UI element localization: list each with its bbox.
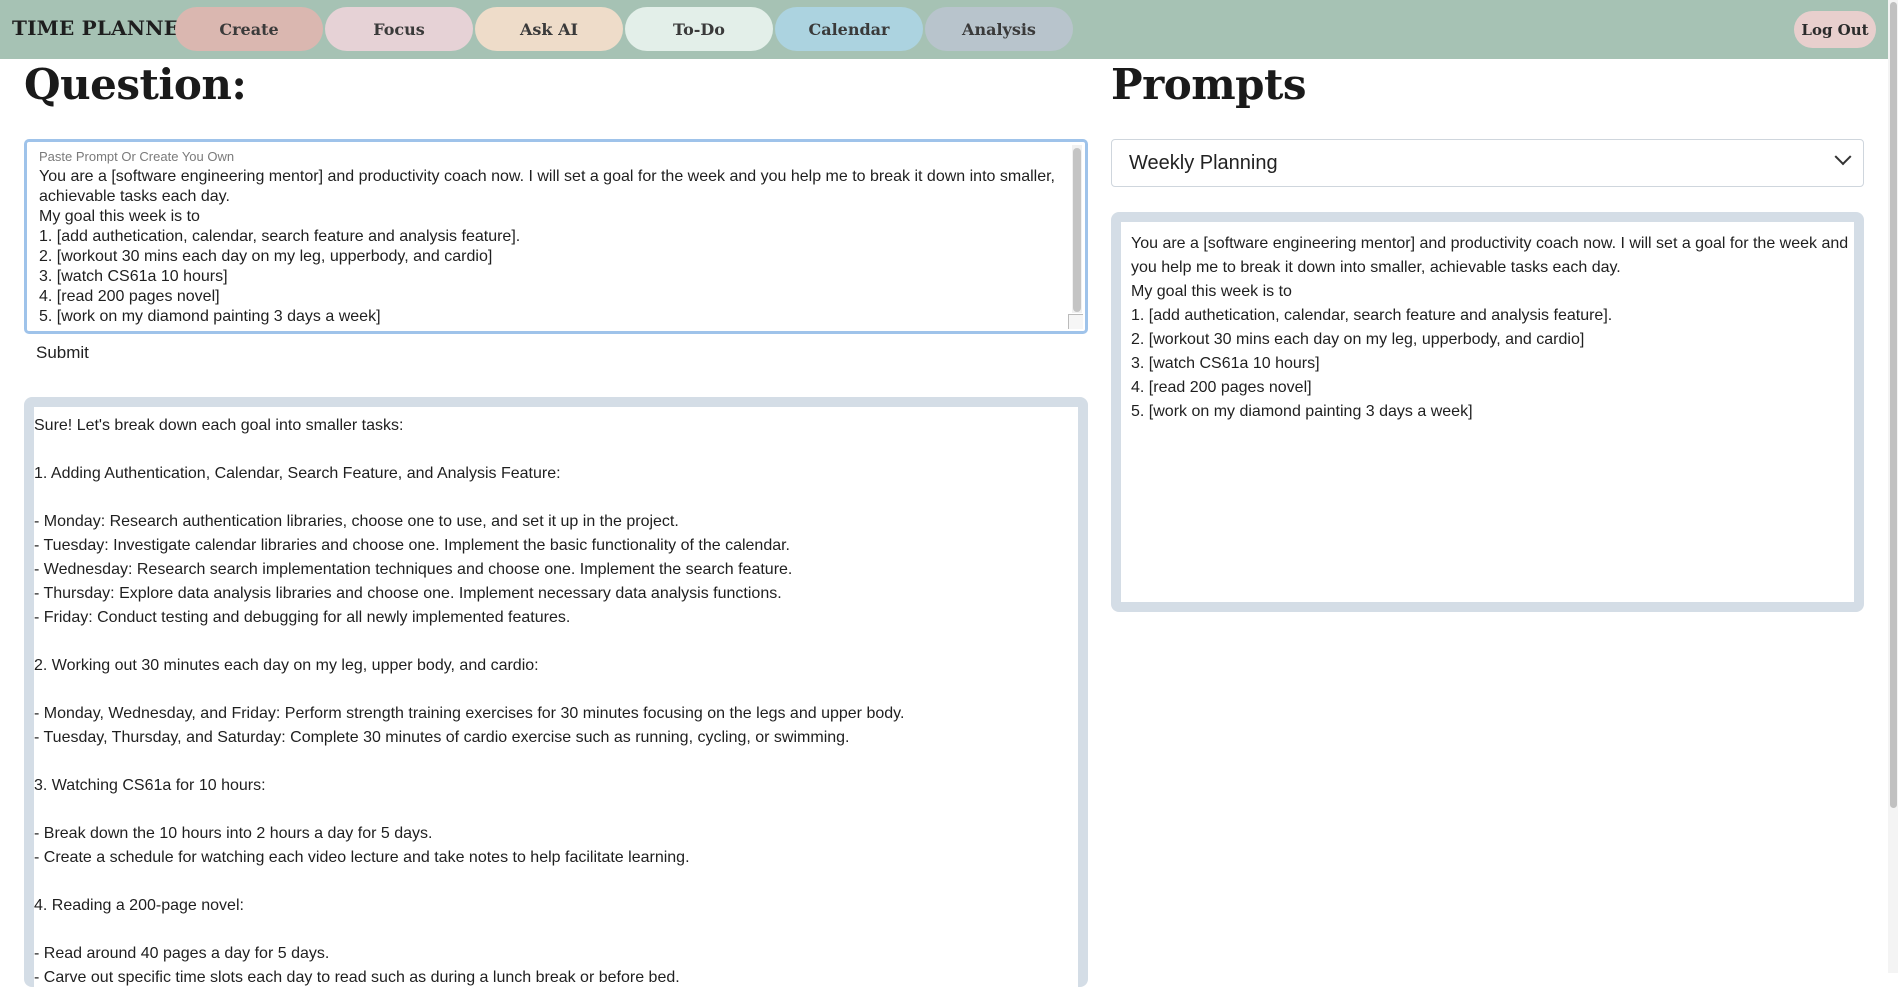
answer-line: - Monday, Wednesday, and Friday: Perform… xyxy=(34,705,905,722)
chevron-down-icon xyxy=(1834,148,1852,166)
answer-line: - Break down the 10 hours into 2 hours a… xyxy=(34,825,433,842)
answer-line xyxy=(34,486,1078,510)
prompts-heading: Prompts xyxy=(1111,60,1307,109)
tab-create[interactable]: Create xyxy=(175,7,323,51)
prompt-template-select[interactable]: Weekly Planning xyxy=(1111,139,1864,187)
tab-label: Ask AI xyxy=(520,19,578,39)
page-scrollbar-thumb[interactable] xyxy=(1890,2,1897,808)
tab-label: Create xyxy=(219,19,279,39)
prompt-preview-box[interactable]: You are a [software engineering mentor] … xyxy=(1121,222,1854,602)
prompt-preview-panel: You are a [software engineering mentor] … xyxy=(1111,212,1864,612)
answer-line: - Wednesday: Research search implementat… xyxy=(34,561,793,578)
tab-label: Focus xyxy=(373,19,425,39)
answer-line xyxy=(34,678,1078,702)
answer-panel: Sure! Let's break down each goal into sm… xyxy=(24,397,1088,987)
tab-calendar[interactable]: Calendar xyxy=(775,7,923,51)
answer-line: 1. Adding Authentication, Calendar, Sear… xyxy=(34,465,561,482)
answer-line: - Read around 40 pages a day for 5 days. xyxy=(34,945,330,962)
app-title[interactable]: TIME PLANNER xyxy=(12,16,196,40)
answer-line xyxy=(34,870,1078,894)
textarea-value[interactable]: You are a [software engineering mentor] … xyxy=(39,167,1059,327)
tab-label: Analysis xyxy=(962,19,1036,39)
answer-line: - Friday: Conduct testing and debugging … xyxy=(34,609,571,626)
answer-line: - Tuesday: Investigate calendar librarie… xyxy=(34,537,790,554)
answer-line: 3. Watching CS61a for 10 hours: xyxy=(34,777,266,794)
answer-line: - Create a schedule for watching each vi… xyxy=(34,849,690,866)
select-value: Weekly Planning xyxy=(1129,151,1278,174)
answer-line: - Carve out specific time slots each day… xyxy=(34,969,680,986)
resize-handle-icon[interactable] xyxy=(1068,314,1083,329)
answer-line: - Tuesday, Thursday, and Saturday: Compl… xyxy=(34,729,850,746)
answer-line: - Monday: Research authentication librar… xyxy=(34,513,679,530)
answer-line: 4. Reading a 200-page novel: xyxy=(34,897,244,914)
top-navbar: TIME PLANNER Create Focus Ask AI To-Do C… xyxy=(0,0,1888,59)
answer-output[interactable]: Sure! Let's break down each goal into sm… xyxy=(34,407,1078,987)
question-heading: Question: xyxy=(24,60,247,109)
answer-line xyxy=(34,918,1078,942)
tab-to-do[interactable]: To-Do xyxy=(625,7,773,51)
answer-line xyxy=(34,438,1078,462)
answer-line xyxy=(34,798,1078,822)
textarea-placeholder: Paste Prompt Or Create You Own xyxy=(39,149,235,164)
prompt-textarea[interactable]: Paste Prompt Or Create You Own You are a… xyxy=(24,139,1088,334)
prompt-preview-text: You are a [software engineering mentor] … xyxy=(1131,235,1849,420)
answer-line: Sure! Let's break down each goal into sm… xyxy=(34,417,404,434)
tab-label: To-Do xyxy=(673,19,725,39)
answer-line xyxy=(34,630,1078,654)
submit-button[interactable]: Submit xyxy=(36,343,89,363)
logout-button[interactable]: Log Out xyxy=(1794,11,1876,48)
answer-line xyxy=(34,750,1078,774)
answer-line: - Thursday: Explore data analysis librar… xyxy=(34,585,782,602)
answer-line: 2. Working out 30 minutes each day on my… xyxy=(34,657,539,674)
textarea-scrollbar-thumb[interactable] xyxy=(1073,148,1081,312)
tab-ask-ai[interactable]: Ask AI xyxy=(475,7,623,51)
tab-analysis[interactable]: Analysis xyxy=(925,7,1073,51)
tab-focus[interactable]: Focus xyxy=(325,7,473,51)
tab-label: Calendar xyxy=(808,19,890,39)
